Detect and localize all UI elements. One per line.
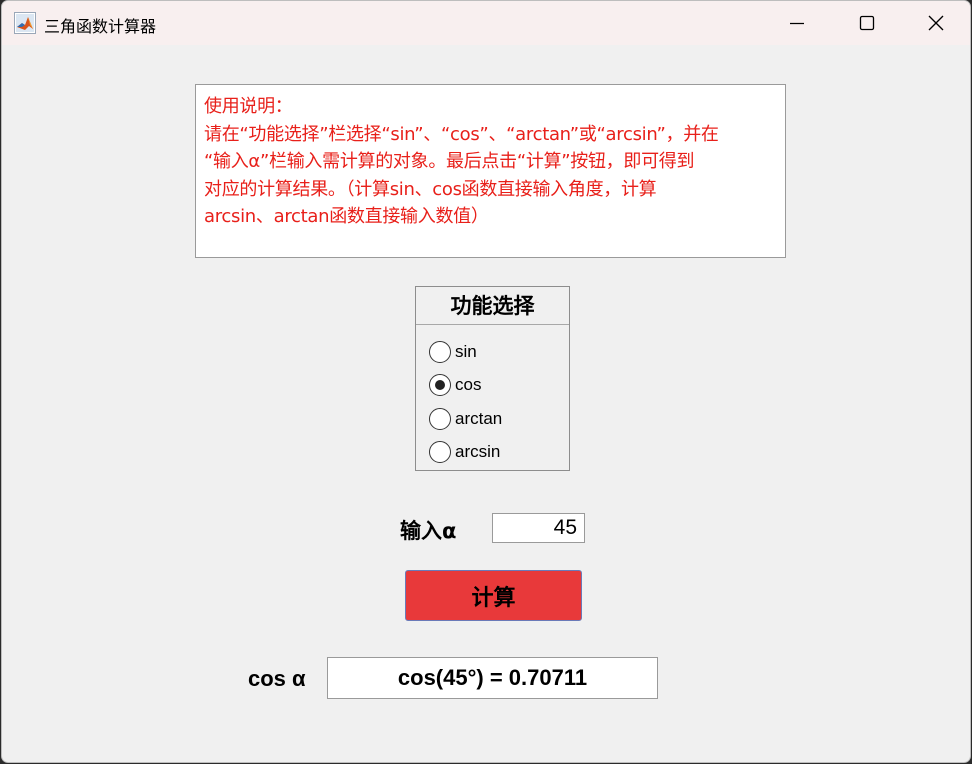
radio-circle[interactable] (429, 374, 451, 396)
instructions-line: 对应的计算结果。（计算sin、cos函数直接输入角度，计算 (204, 178, 657, 200)
radio-arctan[interactable]: arctan (429, 407, 502, 431)
instructions-line: “输入α”栏输入需计算的对象。最后点击“计算”按钮，即可得到 (204, 151, 695, 172)
calculate-button[interactable]: 计算 (405, 570, 582, 621)
result-output: cos(45°) = 0.70711 (327, 657, 658, 699)
instructions-line: 请在“功能选择”栏选择“sin”、“cos”、“arctan”或“arcsin”… (204, 123, 719, 145)
app-window: 三角函数计算器 使用说明： 请在“功能选择”栏选择“sin”、“cos”、“ar… (1, 0, 971, 763)
function-select-panel: 功能选择 sin cos arctan arcsin (415, 286, 570, 471)
instructions-line: 使用说明： (204, 96, 293, 117)
minimize-icon (790, 22, 804, 25)
panel-title: 功能选择 (416, 287, 569, 325)
radio-arcsin[interactable]: arcsin (429, 440, 500, 464)
title-bar[interactable]: 三角函数计算器 (2, 1, 970, 45)
maximize-button[interactable] (832, 1, 902, 45)
radio-label: sin (455, 342, 477, 361)
radio-cos[interactable]: cos (429, 373, 481, 397)
result-label: cos α (248, 666, 306, 691)
radio-label: arcsin (455, 442, 501, 461)
instructions-line: arcsin、arctan函数直接输入数值） (204, 206, 489, 227)
alpha-input[interactable]: 45 (492, 513, 585, 543)
radio-sin[interactable]: sin (429, 340, 477, 364)
radio-label: cos (455, 375, 482, 394)
window-title: 三角函数计算器 (44, 17, 157, 36)
close-icon (928, 15, 944, 31)
minimize-button[interactable] (762, 1, 832, 45)
maximize-icon (859, 15, 875, 31)
radio-circle[interactable] (429, 341, 451, 363)
alpha-input-label: 输入α (400, 519, 457, 543)
radio-label: arctan (455, 409, 503, 428)
matlab-icon (14, 12, 36, 34)
instructions-textbox: 使用说明： 请在“功能选择”栏选择“sin”、“cos”、“arctan”或“a… (195, 84, 786, 258)
radio-circle[interactable] (429, 408, 451, 430)
close-button[interactable] (901, 1, 970, 45)
radio-circle[interactable] (429, 441, 451, 463)
radio-selected-dot (435, 380, 445, 390)
